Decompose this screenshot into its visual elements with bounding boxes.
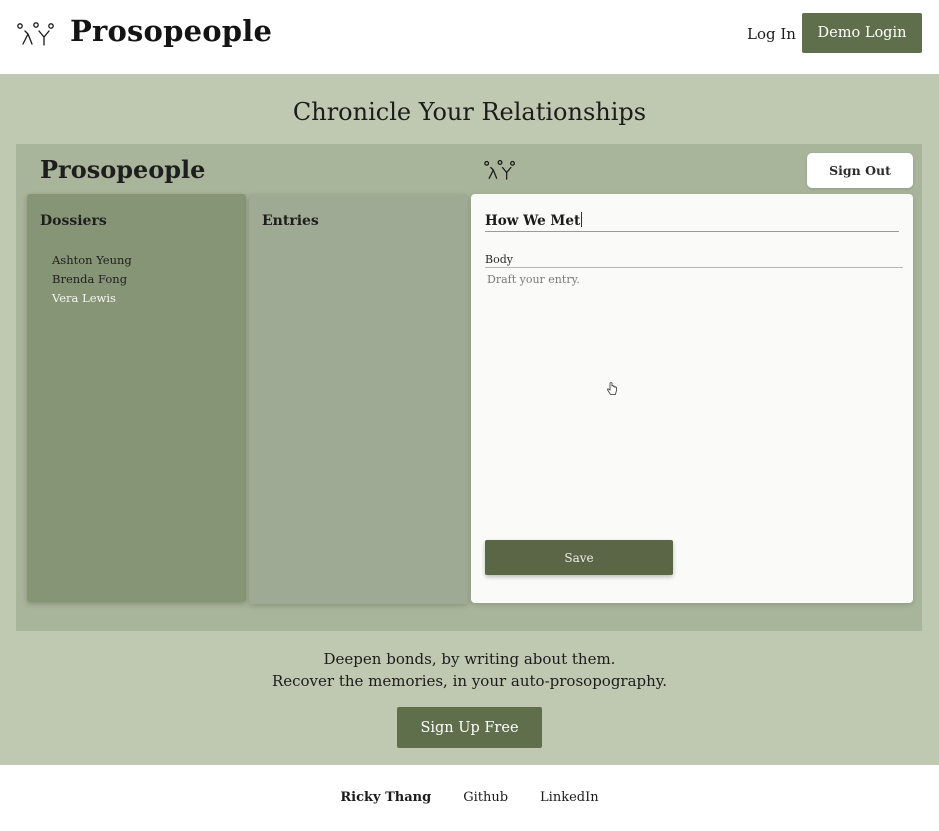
hero-title: Chronicle Your Relationships	[292, 98, 647, 126]
preview-save-button: Save	[485, 540, 673, 575]
dossier-item: Ashton Yeung	[52, 253, 132, 267]
preview-editor-panel: How We Met Body Draft your entry. Save	[471, 194, 913, 603]
entry-title-value: How We Met	[485, 213, 581, 229]
body-label: Body	[485, 253, 903, 268]
entries-heading: Entries	[262, 213, 319, 229]
dossiers-heading: Dossiers	[40, 213, 107, 229]
stick-figures-icon[interactable]	[16, 22, 56, 46]
footer: Ricky Thang Github LinkedIn	[0, 765, 939, 831]
brand-title[interactable]: Prosopeople	[70, 14, 272, 48]
preview-sign-out-button: Sign Out	[807, 153, 913, 188]
preview-app-title: Prosopeople	[40, 155, 206, 184]
hero-tagline: Deepen bonds, by writing about them. Rec…	[0, 648, 939, 692]
hero-section: Chronicle Your Relationships Prosopeople…	[0, 74, 939, 765]
text-caret	[581, 212, 583, 227]
top-header: Prosopeople Log In Demo Login	[0, 0, 939, 74]
dossier-item-active: Vera Lewis	[52, 291, 116, 305]
hand-cursor-icon	[607, 382, 617, 395]
dossier-list: Ashton Yeung Brenda Fong Vera Lewis	[52, 251, 132, 308]
login-link[interactable]: Log In	[747, 25, 796, 43]
sign-up-free-button[interactable]: Sign Up Free	[397, 707, 542, 748]
body-placeholder: Draft your entry.	[487, 273, 580, 286]
linkedin-link[interactable]: LinkedIn	[540, 790, 599, 805]
github-link[interactable]: Github	[463, 790, 508, 805]
stick-figures-icon	[484, 160, 515, 180]
entry-title-field: How We Met	[485, 212, 899, 232]
preview-entries-panel: Entries	[249, 194, 468, 604]
footer-author: Ricky Thang	[340, 790, 432, 805]
app-preview-screenshot: Prosopeople Sign Out Dossiers Ashton Yeu…	[16, 144, 922, 631]
tagline-line-1: Deepen bonds, by writing about them.	[323, 650, 616, 668]
footer-links: Ricky Thang Github LinkedIn	[0, 790, 939, 805]
demo-login-button[interactable]: Demo Login	[802, 13, 922, 53]
tagline-line-2: Recover the memories, in your auto-proso…	[271, 672, 668, 690]
dossier-item: Brenda Fong	[52, 272, 128, 286]
preview-dossiers-panel: Dossiers Ashton Yeung Brenda Fong Vera L…	[27, 194, 246, 602]
